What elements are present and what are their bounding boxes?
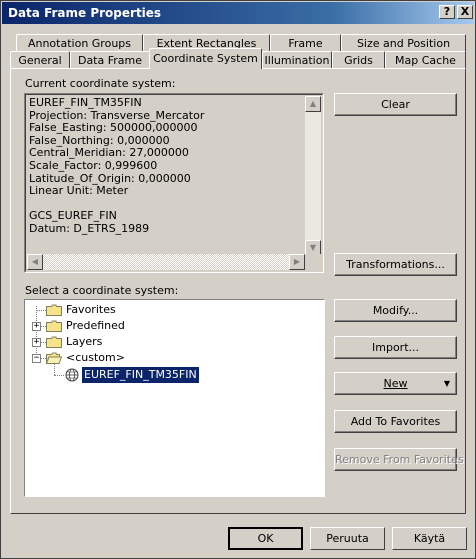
new-button[interactable]: New ▼	[334, 372, 457, 395]
ok-button[interactable]: OK	[228, 527, 303, 550]
coordinate-system-tree[interactable]: Favorites + Predefined + Layers − <custo…	[25, 300, 324, 496]
dialog-window: Data Frame Properties ? X Annotation Gro…	[0, 0, 476, 559]
select-cs-label: Select a coordinate system:	[25, 284, 179, 297]
current-cs-box: EUREF_FIN_TM35FIN Projection: Transverse…	[24, 93, 324, 273]
scroll-left-icon[interactable]: ◀	[27, 254, 43, 270]
apply-button[interactable]: Käytä	[392, 527, 467, 550]
tree-item-label: Predefined	[66, 319, 125, 332]
scroll-right-icon[interactable]: ▶	[289, 254, 305, 270]
import-button[interactable]: Import...	[334, 336, 457, 359]
add-to-favorites-button[interactable]: Add To Favorites	[334, 410, 457, 433]
title-bar[interactable]: Data Frame Properties ? X	[2, 2, 474, 24]
current-cs-text: EUREF_FIN_TM35FIN Projection: Transverse…	[29, 96, 205, 235]
transformations-button[interactable]: Transformations...	[334, 253, 457, 276]
scroll-corner	[305, 254, 321, 270]
current-cs-label: Current coordinate system:	[25, 77, 176, 90]
tree-item-label: Favorites	[66, 303, 116, 316]
close-button[interactable]: X	[457, 5, 473, 19]
globe-icon	[65, 368, 79, 382]
folder-icon	[46, 320, 62, 332]
tree-item-favorites[interactable]: Favorites	[25, 302, 225, 318]
remove-from-favorites-button[interactable]: Remove From Favorites	[334, 448, 464, 471]
help-button[interactable]: ?	[439, 5, 455, 19]
tab-coordinate-system[interactable]: Coordinate System	[149, 48, 262, 69]
folder-icon	[46, 336, 62, 348]
dropdown-arrow-icon: ▼	[443, 379, 450, 388]
collapse-icon[interactable]: −	[32, 354, 41, 363]
tree-item-predefined[interactable]: + Predefined	[25, 318, 225, 334]
expand-icon[interactable]: +	[32, 338, 41, 347]
tree-item-custom[interactable]: − <custom>	[25, 350, 225, 366]
horizontal-scrollbar[interactable]: ◀ ▶	[27, 254, 305, 270]
tree-item-euref-fin-tm35fin[interactable]: EUREF_FIN_TM35FIN	[25, 367, 225, 383]
modify-button[interactable]: Modify...	[334, 299, 457, 322]
tree-item-label: <custom>	[66, 351, 125, 364]
new-button-label: New	[383, 377, 408, 390]
tree-item-layers[interactable]: + Layers	[25, 334, 225, 350]
expand-icon[interactable]: +	[32, 322, 41, 331]
window-title: Data Frame Properties	[8, 6, 162, 20]
scroll-up-icon[interactable]: ▲	[305, 96, 321, 112]
open-folder-icon	[46, 352, 62, 364]
cancel-button[interactable]: Peruuta	[310, 527, 385, 550]
folder-icon	[46, 304, 62, 316]
tree-item-label: EUREF_FIN_TM35FIN	[82, 367, 199, 383]
clear-button[interactable]: Clear	[334, 93, 457, 116]
vertical-scrollbar[interactable]: ▲ ▼	[305, 96, 321, 256]
tree-item-label: Layers	[66, 335, 103, 348]
